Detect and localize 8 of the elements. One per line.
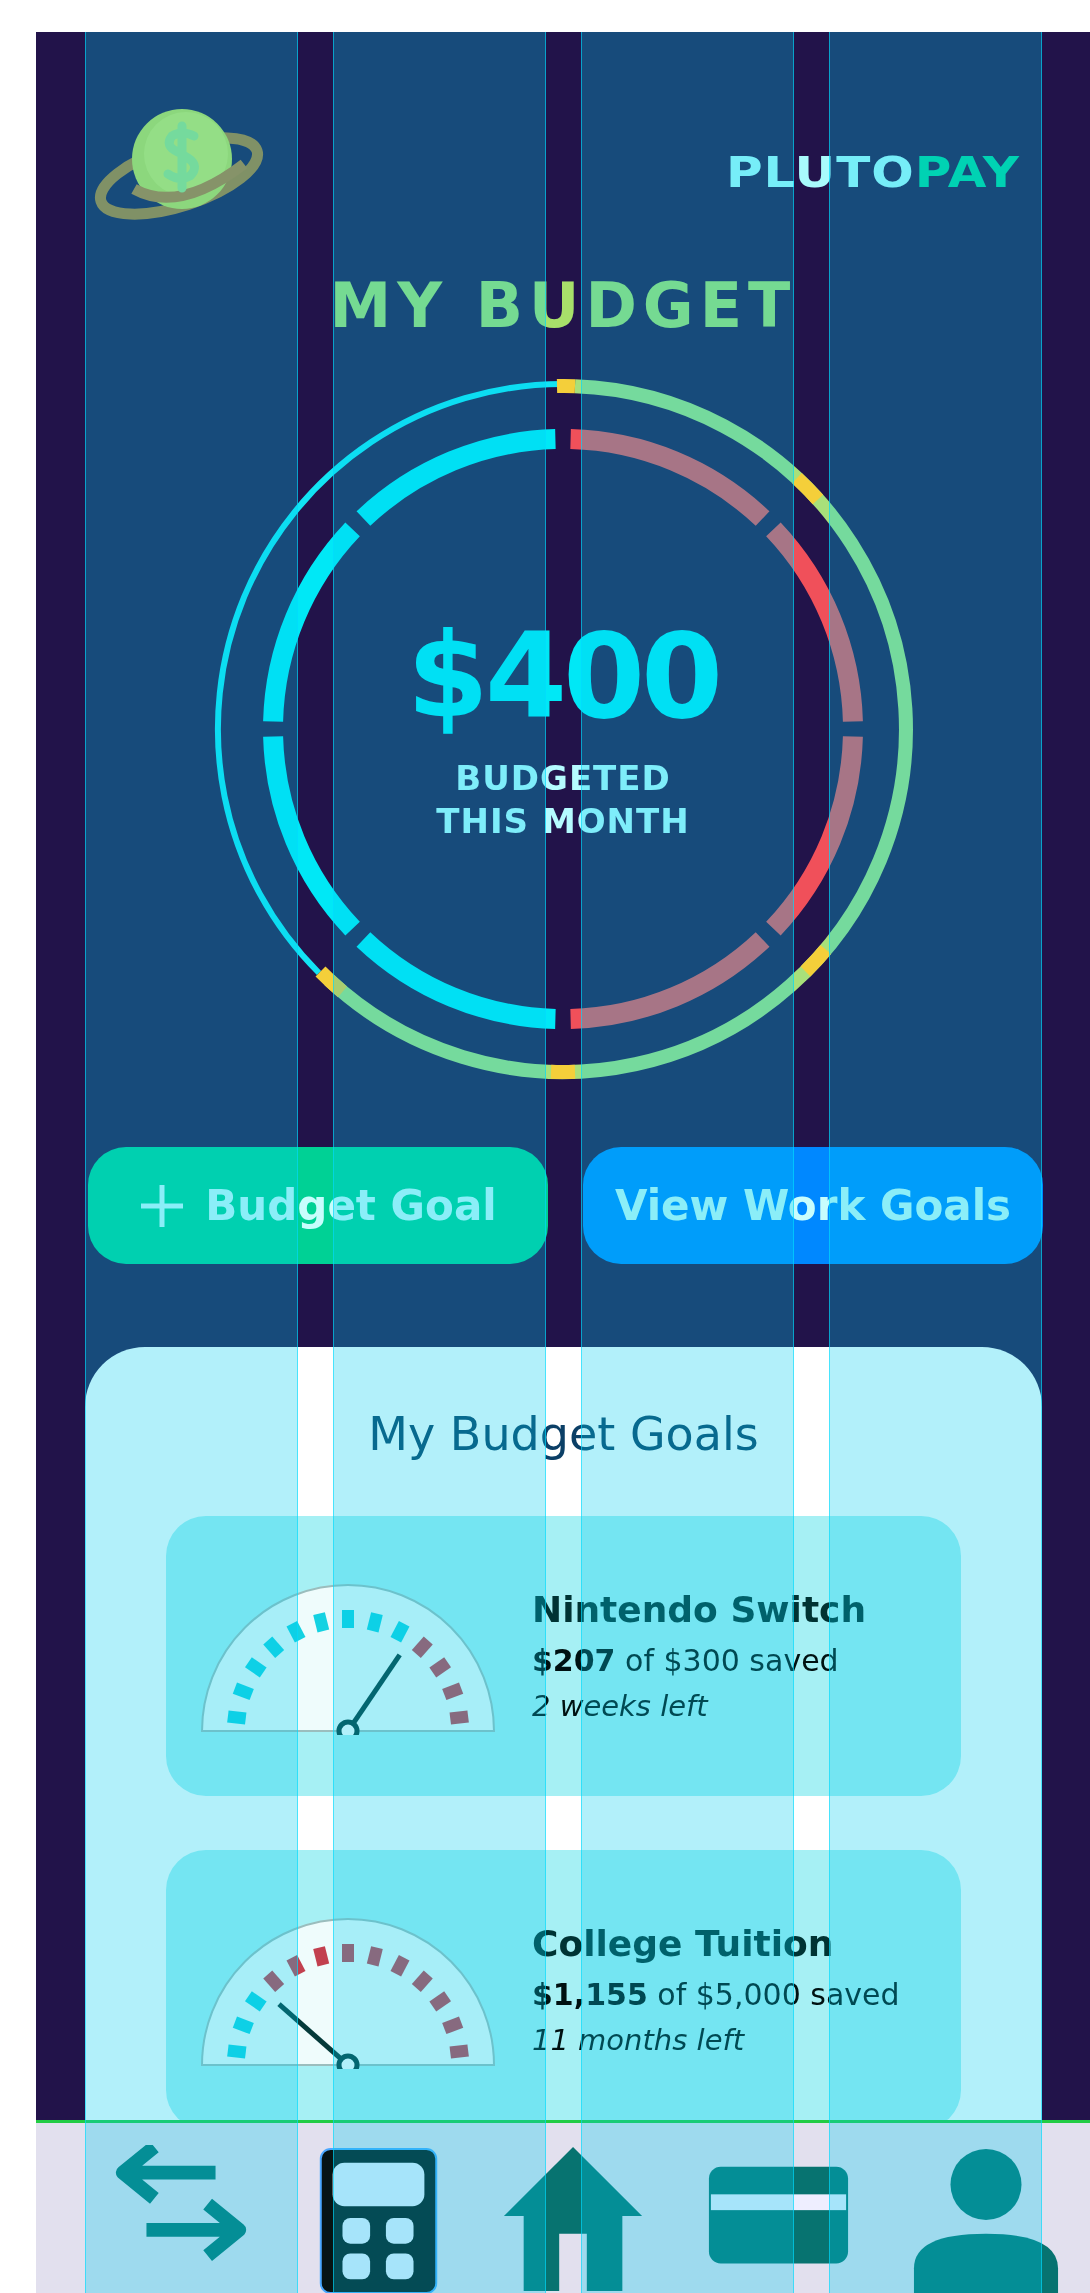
brand-logo-text: PLUTOPAY: [725, 151, 1020, 195]
plus-icon: [139, 1182, 186, 1229]
budget-caption: BUDGETED THIS MONTH: [435, 756, 691, 842]
goal-name: College Tuition: [532, 1923, 835, 1964]
goal-name: Nintendo Switch: [532, 1589, 867, 1630]
add-goal-button[interactable]: Budget Goal: [88, 1147, 548, 1264]
view-goals-button[interactable]: View Work Goals: [583, 1147, 1043, 1264]
goal-time-left: 2 weeks left: [532, 1690, 710, 1723]
